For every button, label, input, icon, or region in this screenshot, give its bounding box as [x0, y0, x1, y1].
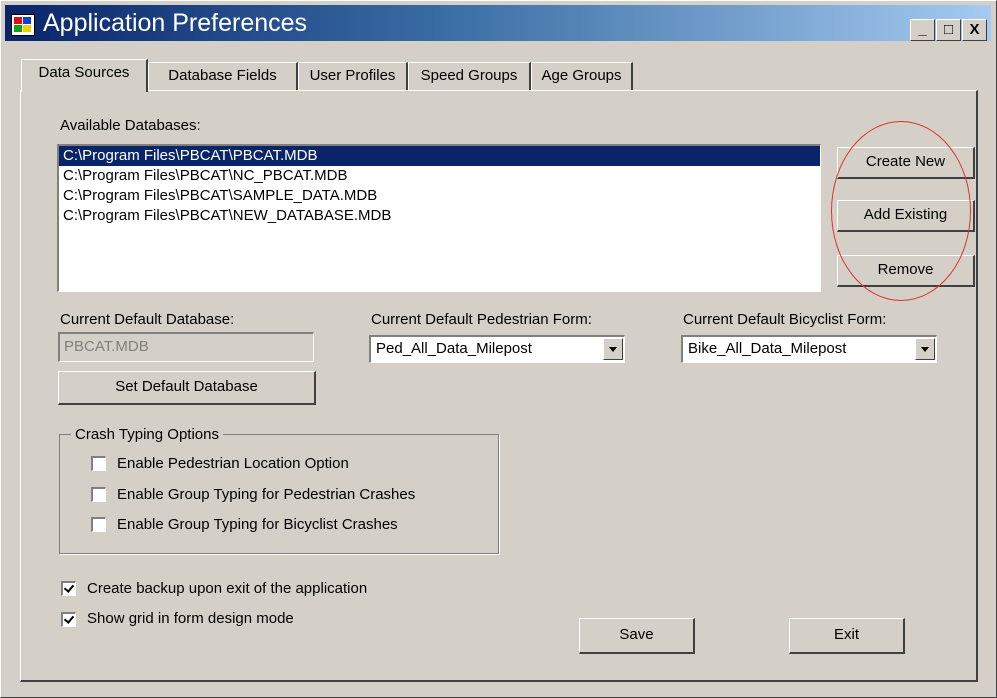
create-backup-label[interactable]: Create backup upon exit of the applicati… [87, 580, 367, 597]
chevron-down-icon[interactable] [603, 338, 623, 360]
window-title: Application Preferences [43, 9, 308, 37]
exit-button[interactable]: Exit [789, 618, 905, 654]
pedestrian-form-select[interactable]: Ped_All_Data_Milepost [369, 335, 625, 363]
available-databases-label: Available Databases: [60, 117, 201, 134]
tab-user-profiles[interactable]: User Profiles [298, 62, 408, 90]
pedestrian-location-label[interactable]: Enable Pedestrian Location Option [117, 455, 349, 472]
group-typing-pedestrian-checkbox[interactable] [91, 487, 106, 502]
list-item[interactable]: C:\Program Files\PBCAT\NC_PBCAT.MDB [59, 166, 820, 186]
annotation-circle [831, 121, 971, 301]
maximize-button[interactable]: □ [936, 19, 961, 41]
bicyclist-form-select[interactable]: Bike_All_Data_Milepost [681, 335, 937, 363]
show-grid-checkbox[interactable] [61, 612, 76, 627]
title-bar[interactable]: Application Preferences _ □ X [5, 5, 991, 41]
tab-age-groups[interactable]: Age Groups [531, 62, 633, 90]
tab-data-sources[interactable]: Data Sources [21, 59, 148, 92]
minimize-button[interactable]: _ [910, 19, 935, 41]
pedestrian-form-value: Ped_All_Data_Milepost [376, 340, 532, 357]
save-button[interactable]: Save [579, 618, 695, 654]
databases-listbox[interactable]: C:\Program Files\PBCAT\PBCAT.MDB C:\Prog… [57, 144, 821, 292]
default-database-label: Current Default Database: [60, 311, 235, 328]
preferences-window: Application Preferences _ □ X Data Sourc… [0, 0, 997, 698]
list-item[interactable]: C:\Program Files\PBCAT\SAMPLE_DATA.MDB [59, 186, 820, 206]
app-icon [11, 14, 35, 36]
bicyclist-form-label: Current Default Bicyclist Form: [683, 311, 887, 328]
show-grid-label[interactable]: Show grid in form design mode [87, 610, 294, 627]
list-item[interactable]: C:\Program Files\PBCAT\PBCAT.MDB [59, 146, 820, 166]
chevron-down-icon[interactable] [915, 338, 935, 360]
bicyclist-form-value: Bike_All_Data_Milepost [688, 340, 847, 357]
default-database-field: PBCAT.MDB [58, 332, 314, 362]
tab-speed-groups[interactable]: Speed Groups [408, 62, 531, 90]
pedestrian-location-checkbox[interactable] [91, 456, 106, 471]
pedestrian-form-label: Current Default Pedestrian Form: [371, 311, 592, 328]
group-typing-bicyclist-checkbox[interactable] [91, 517, 106, 532]
group-typing-pedestrian-label[interactable]: Enable Group Typing for Pedestrian Crash… [117, 486, 415, 503]
set-default-database-button[interactable]: Set Default Database [58, 371, 316, 405]
group-typing-bicyclist-label[interactable]: Enable Group Typing for Bicyclist Crashe… [117, 516, 398, 533]
crash-typing-legend: Crash Typing Options [71, 426, 223, 443]
create-backup-checkbox[interactable] [61, 581, 76, 596]
close-button[interactable]: X [962, 19, 987, 41]
tab-database-fields[interactable]: Database Fields [148, 62, 298, 90]
list-item[interactable]: C:\Program Files\PBCAT\NEW_DATABASE.MDB [59, 206, 820, 226]
